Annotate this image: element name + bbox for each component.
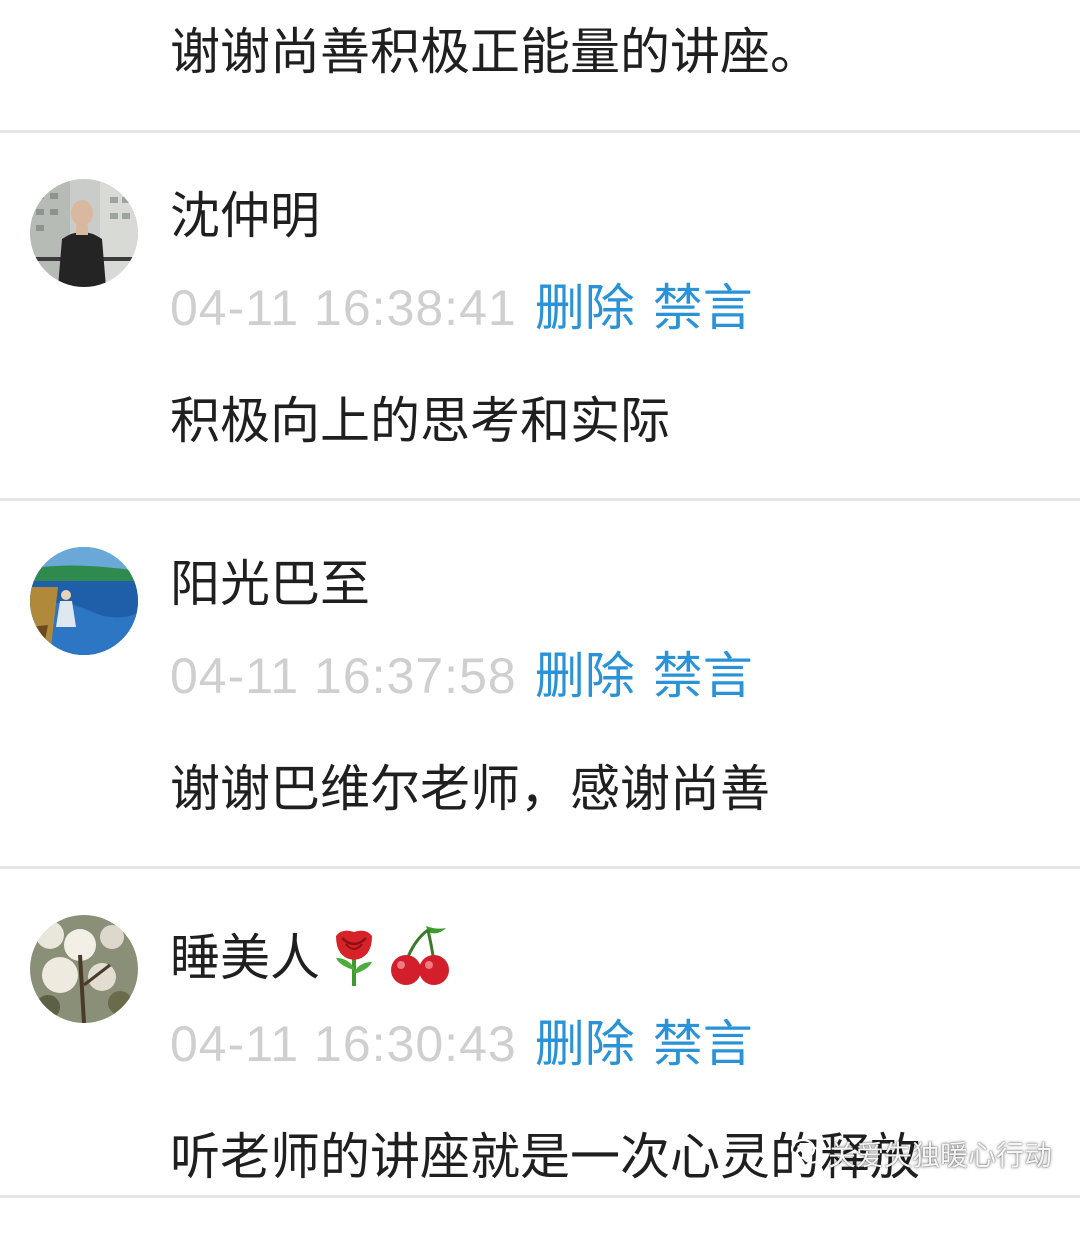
comment-item: 睡美人 04-11 16:30:43 删除 禁言 听老师的讲座就是一次心灵的释放 xyxy=(0,869,1080,1234)
comment-text: 谢谢尚善积极正能量的讲座。 xyxy=(170,23,820,81)
ban-button[interactable]: 禁言 xyxy=(653,1015,753,1073)
delete-button[interactable]: 删除 xyxy=(535,1015,635,1073)
timestamp: 04-11 16:38:41 xyxy=(170,280,517,336)
comment-item: 阳光巴至 04-11 16:37:58 删除 禁言 谢谢巴维尔老师，感谢尚善 xyxy=(0,501,1080,866)
avatar[interactable] xyxy=(30,915,138,1023)
comment-text: 谢谢巴维尔老师，感谢尚善 xyxy=(170,760,770,818)
delete-button[interactable]: 删除 xyxy=(535,279,635,337)
commenter-name: 沈仲明 xyxy=(170,187,320,245)
rose-emoji xyxy=(326,922,382,1001)
wechat-icon xyxy=(790,1137,824,1177)
timestamp: 04-11 16:37:58 xyxy=(170,648,517,704)
watermark-text: 关爱失独暖心行动 xyxy=(828,1139,1053,1172)
watermark: 关爱失独暖心行动 xyxy=(790,1136,1052,1177)
timestamp: 04-11 16:30:43 xyxy=(170,1016,517,1072)
ban-button[interactable]: 禁言 xyxy=(653,279,753,337)
comment-meta: 04-11 16:38:41 删除 禁言 xyxy=(170,278,753,338)
commenter-name-text: 睡美人 xyxy=(170,929,320,987)
comment-meta: 04-11 16:30:43 删除 禁言 xyxy=(170,1014,753,1074)
comment-item: 沈仲明 04-11 16:38:41 删除 禁言 积极向上的思考和实际 xyxy=(0,133,1080,498)
avatar[interactable] xyxy=(30,179,138,287)
comment-meta: 04-11 16:37:58 删除 禁言 xyxy=(170,646,753,706)
ban-button[interactable]: 禁言 xyxy=(653,647,753,705)
cherry-emoji xyxy=(388,922,454,1001)
comment-text: 积极向上的思考和实际 xyxy=(170,392,670,450)
commenter-name: 阳光巴至 xyxy=(170,555,370,613)
comment-tail: 谢谢尚善积极正能量的讲座。 xyxy=(0,0,1080,130)
commenter-name: 睡美人 xyxy=(170,922,454,1001)
divider xyxy=(0,1195,1080,1198)
delete-button[interactable]: 删除 xyxy=(535,647,635,705)
avatar[interactable] xyxy=(30,547,138,655)
